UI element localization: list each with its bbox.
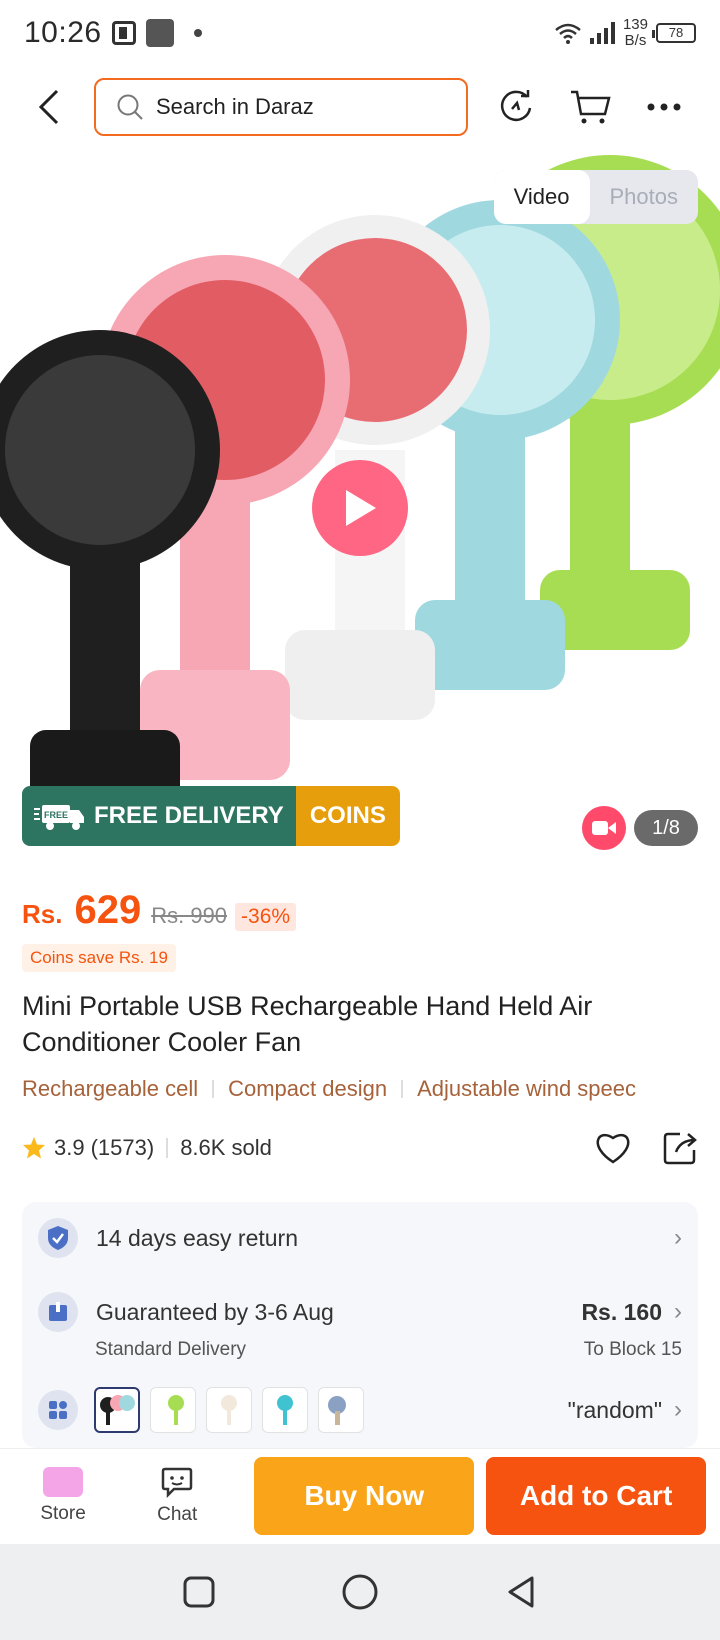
chat-label: Chat bbox=[157, 1503, 198, 1525]
sold-count: 8.6K sold bbox=[180, 1135, 272, 1160]
wishlist-heart-icon[interactable] bbox=[594, 1130, 632, 1164]
variant-thumb[interactable] bbox=[318, 1387, 364, 1433]
tab-video[interactable]: Video bbox=[493, 170, 590, 224]
add-to-cart-button[interactable]: Add to Cart bbox=[486, 1456, 706, 1535]
play-icon bbox=[346, 490, 376, 526]
recent-apps-button[interactable] bbox=[182, 1575, 216, 1609]
header: Search in Daraz bbox=[0, 72, 720, 142]
free-tag: FREE bbox=[44, 810, 68, 820]
buy-now-button[interactable]: Buy Now bbox=[254, 1456, 475, 1535]
shield-check-icon bbox=[38, 1218, 78, 1258]
video-camera-icon bbox=[592, 821, 616, 835]
delivery-type: Standard Delivery bbox=[95, 1339, 247, 1360]
search-icon bbox=[117, 94, 143, 120]
cart-button[interactable] bbox=[564, 81, 616, 133]
search-input[interactable]: Search in Daraz bbox=[94, 78, 468, 136]
media-tabs: Video Photos bbox=[493, 170, 699, 224]
notification-dot-icon bbox=[193, 29, 202, 37]
delivery-row[interactable]: Guaranteed by 3-6 Aug Rs. 160 › bbox=[38, 1290, 682, 1334]
network-speed: 139 B/s bbox=[623, 17, 648, 49]
delivery-price: Rs. 160 bbox=[581, 1298, 662, 1325]
wifi-icon bbox=[555, 23, 581, 44]
price-row: Rs. 629 Rs. 990 -36% bbox=[22, 888, 297, 933]
status-right: 139 B/s 78 bbox=[554, 17, 696, 49]
back-nav-button[interactable] bbox=[504, 1574, 538, 1610]
status-left-icons bbox=[111, 19, 202, 47]
return-policy-row[interactable]: 14 days easy return › bbox=[38, 1216, 682, 1260]
feature-tags: Rechargeable cell Compact design Adjusta… bbox=[22, 1076, 720, 1102]
free-delivery-badge: FREE FREE DELIVERY bbox=[22, 786, 296, 846]
variant-thumb[interactable] bbox=[94, 1387, 140, 1433]
tab-photos[interactable]: Photos bbox=[590, 170, 699, 224]
delivery-destination: To Block 15 bbox=[583, 1339, 682, 1360]
chevron-right-icon: › bbox=[674, 1298, 682, 1325]
store-icon bbox=[43, 1466, 84, 1497]
rating-score[interactable]: 3.9 bbox=[54, 1135, 85, 1161]
rating-row: 3.9 (1573) 8.6K sold bbox=[22, 1128, 698, 1168]
variant-thumb[interactable] bbox=[150, 1387, 196, 1433]
chevron-right-icon: › bbox=[674, 1396, 682, 1423]
back-button[interactable] bbox=[22, 81, 74, 133]
rating-count[interactable]: (1573) bbox=[91, 1135, 155, 1161]
rating-divider bbox=[166, 1138, 169, 1158]
feature-divider bbox=[401, 1080, 404, 1098]
chat-button[interactable]: Chat bbox=[128, 1466, 226, 1526]
delivery-truck-icon: FREE bbox=[34, 805, 84, 830]
store-label: Store bbox=[40, 1502, 86, 1524]
price-original: Rs. 990 bbox=[151, 903, 228, 928]
refresh-arrow-icon bbox=[500, 90, 532, 122]
video-camera-button[interactable] bbox=[582, 806, 626, 850]
status-bar: 10:26 139 B/s 78 bbox=[0, 0, 720, 66]
system-nav-bar bbox=[0, 1544, 720, 1640]
variant-thumb[interactable] bbox=[262, 1387, 308, 1433]
feature-divider bbox=[212, 1080, 215, 1098]
search-placeholder: Search in Daraz bbox=[156, 94, 314, 119]
coins-save-label: Coins save Rs. 19 bbox=[22, 944, 176, 972]
return-policy-text: 14 days easy return bbox=[96, 1224, 299, 1251]
share-icon[interactable] bbox=[662, 1130, 698, 1166]
speed-unit: B/s bbox=[624, 32, 647, 49]
battery-icon: 78 bbox=[652, 23, 696, 43]
feature-item: Compact design bbox=[228, 1076, 388, 1101]
play-video-button[interactable] bbox=[312, 460, 408, 556]
back-arrow-icon bbox=[38, 89, 59, 125]
free-delivery-label: FREE DELIVERY bbox=[94, 802, 284, 829]
variant-value: "random" bbox=[567, 1396, 662, 1423]
feature-item: Adjustable wind speec bbox=[417, 1076, 637, 1101]
status-time: 10:26 bbox=[24, 16, 102, 49]
promo-badges: FREE FREE DELIVERY COINS bbox=[22, 786, 400, 846]
chat-icon bbox=[161, 1467, 193, 1498]
more-options-button[interactable] bbox=[638, 81, 690, 133]
coins-badge: COINS bbox=[295, 786, 400, 846]
speed-value: 139 bbox=[622, 16, 648, 33]
variant-row[interactable]: "random" › bbox=[38, 1386, 682, 1434]
variant-thumb[interactable] bbox=[206, 1387, 252, 1433]
image-counter: 1/8 bbox=[634, 810, 698, 846]
home-button[interactable] bbox=[341, 1573, 379, 1611]
app-notification-icon bbox=[145, 19, 174, 47]
variant-thumbnails bbox=[94, 1387, 364, 1433]
more-dots-icon bbox=[647, 103, 681, 111]
signal-icon bbox=[589, 22, 615, 44]
share-refresh-button[interactable] bbox=[490, 81, 542, 133]
product-title: Mini Portable USB Rechargeable Hand Held… bbox=[22, 991, 593, 1057]
sim-icon bbox=[111, 21, 136, 45]
delivery-box-icon bbox=[38, 1292, 78, 1332]
price-currency: Rs. bbox=[22, 899, 63, 929]
store-button[interactable]: Store bbox=[14, 1466, 112, 1525]
price-current: 629 bbox=[74, 888, 142, 932]
delivery-details-row: Standard Delivery To Block 15 bbox=[38, 1334, 682, 1366]
bottom-action-bar: Store Chat Buy Now Add to Cart bbox=[0, 1448, 720, 1542]
feature-item: Rechargeable cell bbox=[22, 1076, 199, 1101]
star-icon bbox=[23, 1137, 45, 1159]
product-gallery[interactable]: Video Photos FREE FREE DELIVERY COINS 1/… bbox=[0, 150, 720, 870]
discount-badge: -36% bbox=[235, 903, 297, 931]
chevron-right-icon: › bbox=[674, 1224, 682, 1251]
rating-actions bbox=[594, 1130, 698, 1166]
variants-grid-icon bbox=[38, 1390, 78, 1430]
delivery-guarantee-text: Guaranteed by 3-6 Aug bbox=[96, 1298, 334, 1325]
service-info-card: 14 days easy return › Guaranteed by 3-6 … bbox=[22, 1202, 698, 1448]
cart-icon bbox=[571, 90, 611, 124]
